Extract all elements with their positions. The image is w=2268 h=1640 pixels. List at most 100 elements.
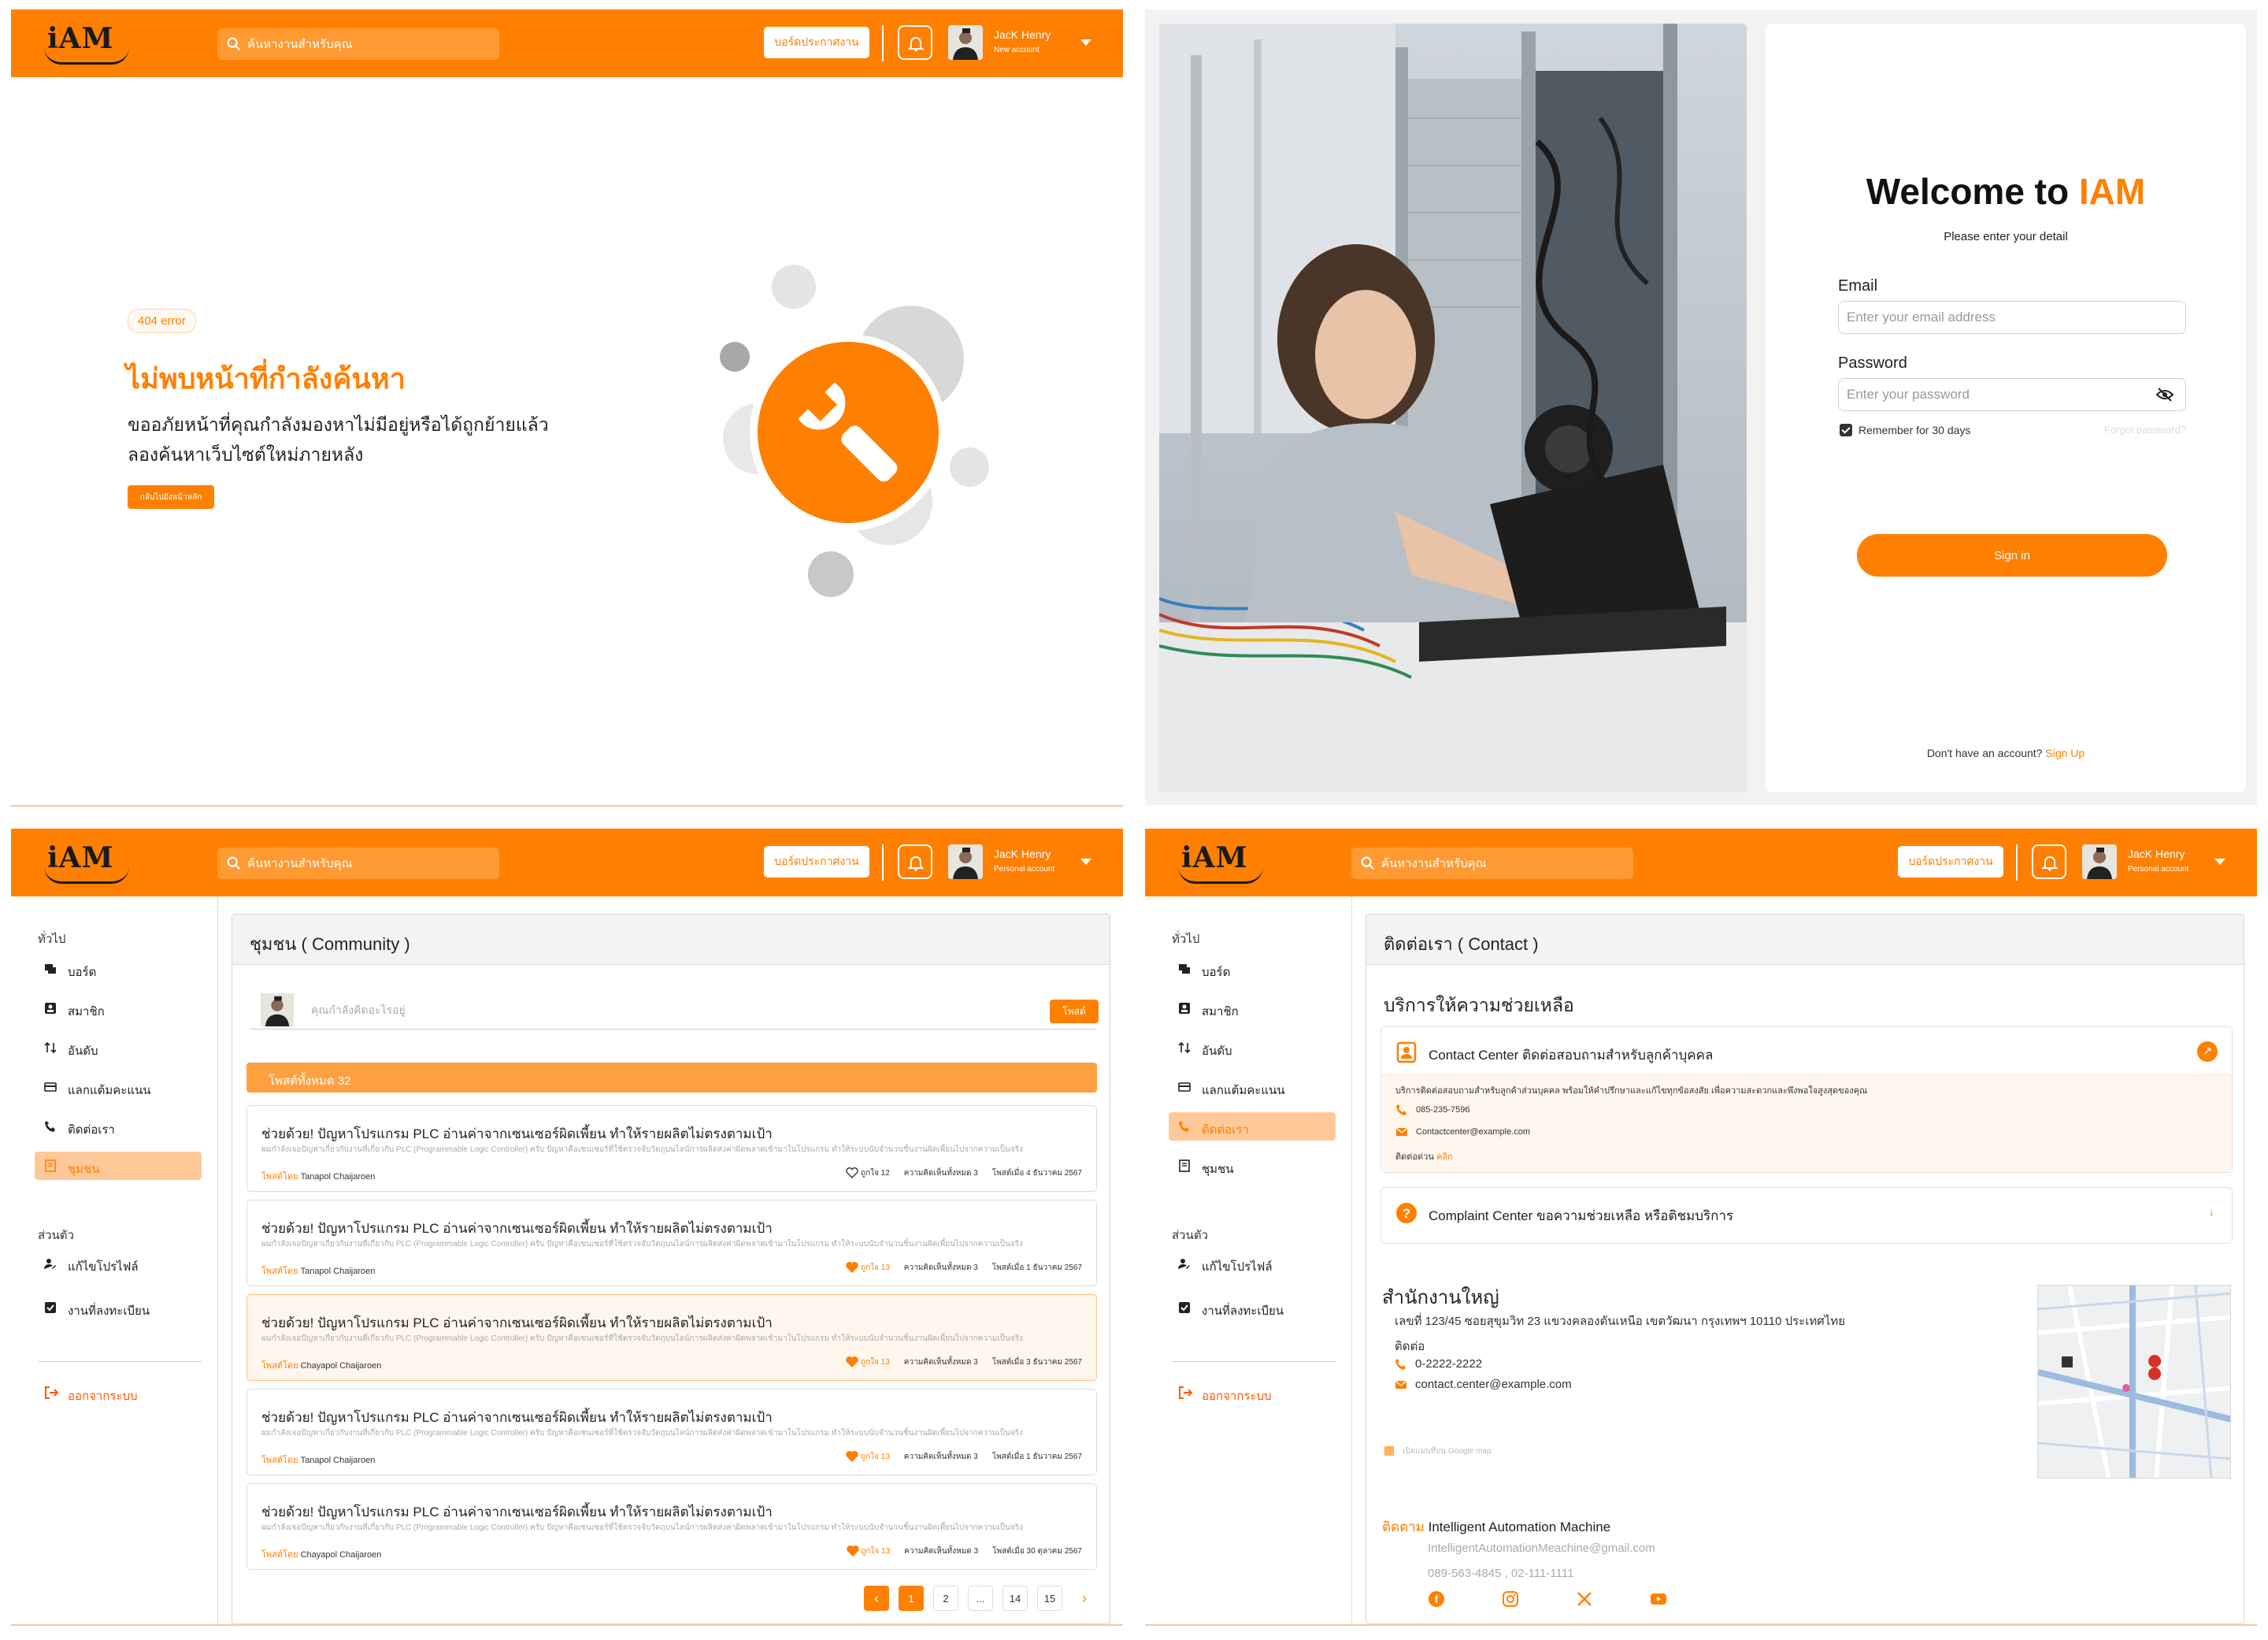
iam-logo[interactable]: iAM (44, 20, 131, 66)
contact-center-accordion[interactable]: Contact Center ติดต่อสอบถามสำหรับลูกค้าบ… (1380, 1026, 2233, 1173)
post-button[interactable]: โพสต์ (1050, 1000, 1099, 1023)
open-google-map-link[interactable]: เปิดแผนที่บน Google map (1384, 1445, 1491, 1457)
sidebar-item-ranking[interactable]: อันดับ (35, 1033, 202, 1062)
sidebar-item-community[interactable]: ชุมชน (1169, 1152, 1336, 1180)
sidebar-item-registered-jobs[interactable]: งานที่ลงทะเบียน (1169, 1293, 1336, 1322)
sidebar-item-members[interactable]: สมาชิก (35, 994, 202, 1022)
iam-logo[interactable]: iAM (44, 840, 131, 885)
job-board-button[interactable]: บอร์ดประกาศงาน (764, 846, 869, 878)
post-title[interactable]: ช่วยด้วย! ปัญหาโปรแกรม PLC อ่านค่าจากเซน… (261, 1218, 773, 1239)
like-button[interactable]: ถูกใจ 13 (846, 1356, 890, 1368)
follow-email: IntelligentAutomationMeachine@gmail.com (1428, 1542, 1655, 1555)
user-avatar[interactable] (2082, 844, 2117, 879)
eye-off-icon[interactable] (2156, 388, 2174, 402)
sidebar-item-edit-profile[interactable]: แก้ไขโปรไฟล์ (35, 1249, 202, 1278)
login-form: Welcome to IAM Please enter your detail … (1766, 24, 2246, 792)
map-pin-icon (1384, 1446, 1395, 1456)
sidebar-item-redeem[interactable]: แลกแต้มคะแนน (1169, 1073, 1336, 1101)
instagram-icon[interactable] (1502, 1590, 1519, 1608)
phone-icon (45, 1121, 55, 1132)
sidebar-section-general: ทั่วไป (38, 933, 66, 946)
search-input[interactable] (247, 848, 491, 879)
chevron-down-icon[interactable] (1080, 859, 1091, 865)
pagination: ‹ 1 2 ... 14 15 › (864, 1586, 1097, 1611)
post-item[interactable]: ช่วยด้วย! ปัญหาโปรแกรม PLC อ่านค่าจากเซน… (246, 1294, 1097, 1381)
prev-page-icon[interactable]: ‹ (864, 1586, 889, 1611)
job-board-button[interactable]: บอร์ดประกาศงาน (764, 27, 869, 58)
phone-icon (1179, 1121, 1189, 1132)
welcome-subtitle: Please enter your detail (1944, 230, 2068, 243)
notification-bell-icon[interactable] (2032, 844, 2066, 879)
post-item[interactable]: ช่วยด้วย! ปัญหาโปรแกรม PLC อ่านค่าจากเซน… (246, 1389, 1097, 1475)
sidebar-item-contact[interactable]: ติดต่อเรา (35, 1112, 202, 1141)
like-button[interactable]: ถูกใจ 13 (846, 1262, 890, 1274)
account-type: Personal account (2128, 865, 2189, 874)
post-item[interactable]: ช่วยด้วย! ปัญหาโปรแกรม PLC อ่านค่าจากเซน… (246, 1483, 1097, 1570)
page-15[interactable]: 15 (1037, 1586, 1062, 1611)
sidebar-item-edit-profile[interactable]: แก้ไขโปรไฟล์ (1169, 1249, 1336, 1278)
complaint-center-accordion[interactable]: ? Complaint Center ขอความช่วยเหลือ หรือต… (1380, 1187, 2233, 1244)
email-field[interactable] (1838, 301, 2186, 334)
headquarters-address: เลขที่ 123/45 ซอยสุขุมวิท 23 แขวงคลองตัน… (1395, 1315, 1845, 1328)
post-title[interactable]: ช่วยด้วย! ปัญหาโปรแกรม PLC อ่านค่าจากเซน… (261, 1123, 773, 1145)
remember-checkbox[interactable] (1840, 424, 1852, 436)
youtube-icon[interactable] (1650, 1590, 1667, 1608)
contact-screen: iAM บอร์ดประกาศงาน JacK Henry Personal a… (1145, 829, 2257, 1624)
like-button[interactable]: ถูกใจ 13 (846, 1545, 890, 1557)
facebook-icon[interactable]: f (1428, 1590, 1445, 1608)
page-1[interactable]: 1 (899, 1586, 924, 1611)
headquarters-contact-label: ติดต่อ (1395, 1340, 1425, 1353)
like-button[interactable]: ถูกใจ 13 (846, 1451, 890, 1463)
chevron-down-icon[interactable] (1080, 39, 1091, 46)
post-item[interactable]: ช่วยด้วย! ปัญหาโปรแกรม PLC อ่านค่าจากเซน… (246, 1200, 1097, 1286)
welcome-heading: Welcome to IAM (1866, 171, 2146, 212)
chevron-down-icon[interactable] (2214, 859, 2225, 865)
arrow-down-icon[interactable]: ↓ (2209, 1205, 2214, 1218)
notification-bell-icon[interactable] (898, 844, 932, 879)
page-2[interactable]: 2 (933, 1586, 958, 1611)
comment-count: ความคิดเห็นทั้งหมด 3 (903, 1263, 978, 1272)
location-map[interactable] (2037, 1285, 2231, 1479)
notification-bell-icon[interactable] (898, 25, 932, 60)
password-field[interactable] (1838, 378, 2186, 411)
search-input[interactable] (247, 28, 491, 60)
job-board-button[interactable]: บอร์ดประกาศงาน (1898, 846, 2003, 878)
logout-button[interactable]: ออกจากระบบ (35, 1378, 202, 1407)
next-page-icon[interactable]: › (1072, 1586, 1097, 1611)
sidebar-item-ranking[interactable]: อันดับ (1169, 1033, 1336, 1062)
urgent-click-link[interactable]: คลิก (1436, 1152, 1453, 1162)
page-14[interactable]: 14 (1002, 1586, 1028, 1611)
logout-button[interactable]: ออกจากระบบ (1169, 1378, 1336, 1407)
sidebar-item-board[interactable]: บอร์ด (1169, 955, 1336, 983)
error-description: ขออภัยหน้าที่คุณกำลังมองหาไม่มีอยู่หรือไ… (128, 414, 549, 465)
back-home-button[interactable]: กลับไปยังหน้าหลัก (128, 485, 214, 509)
iam-logo[interactable]: iAM (1178, 840, 1265, 885)
post-item[interactable]: ช่วยด้วย! ปัญหาโปรแกรม PLC อ่านค่าจากเซน… (246, 1105, 1097, 1192)
post-title[interactable]: ช่วยด้วย! ปัญหาโปรแกรม PLC อ่านค่าจากเซน… (261, 1407, 773, 1428)
sidebar-item-contact[interactable]: ติดต่อเรา (1169, 1112, 1336, 1141)
sidebar-item-redeem[interactable]: แลกแต้มคะแนน (35, 1073, 202, 1101)
sign-in-button[interactable]: Sign in (1857, 534, 2167, 577)
sign-up-link[interactable]: Sign Up (2045, 747, 2085, 759)
forgot-password-link[interactable]: Forgot password? (2104, 424, 2186, 436)
search-input[interactable] (1381, 848, 1625, 879)
sidebar-item-board[interactable]: บอร์ด (35, 955, 202, 983)
post-stats: ถูกใจ 13 ความคิดเห็นทั้งหมด 3 โพสต์เมื่อ 1… (846, 1451, 1082, 1463)
top-header: iAM บอร์ดประกาศงาน JacK Henry Personal a… (11, 829, 1123, 896)
arrow-up-right-icon[interactable]: ↗ (2197, 1041, 2218, 1062)
top-header: iAM บอร์ดประกาศงาน JacK Henry New accoun… (11, 9, 1123, 77)
sidebar-item-community[interactable]: ชุมชน (35, 1152, 202, 1180)
sidebar-item-members[interactable]: สมาชิก (1169, 994, 1336, 1022)
user-avatar[interactable] (948, 844, 983, 879)
post-input[interactable] (311, 998, 941, 1022)
post-title[interactable]: ช่วยด้วย! ปัญหาโปรแกรม PLC อ่านค่าจากเซน… (261, 1312, 773, 1334)
user-avatar[interactable] (948, 25, 983, 60)
account-type: Personal account (994, 865, 1055, 874)
x-icon[interactable] (1576, 1590, 1593, 1608)
like-button[interactable]: ถูกใจ 12 (846, 1167, 890, 1179)
post-title[interactable]: ช่วยด้วย! ปัญหาโปรแกรม PLC อ่านค่าจากเซน… (261, 1501, 773, 1523)
follow-phone: 089-563-4845 , 02-111-1111 (1428, 1567, 1574, 1580)
sort-icon (44, 1041, 57, 1054)
comment-count: ความคิดเห็นทั้งหมด 3 (903, 1358, 978, 1367)
sidebar-item-registered-jobs[interactable]: งานที่ลงทะเบียน (35, 1293, 202, 1322)
